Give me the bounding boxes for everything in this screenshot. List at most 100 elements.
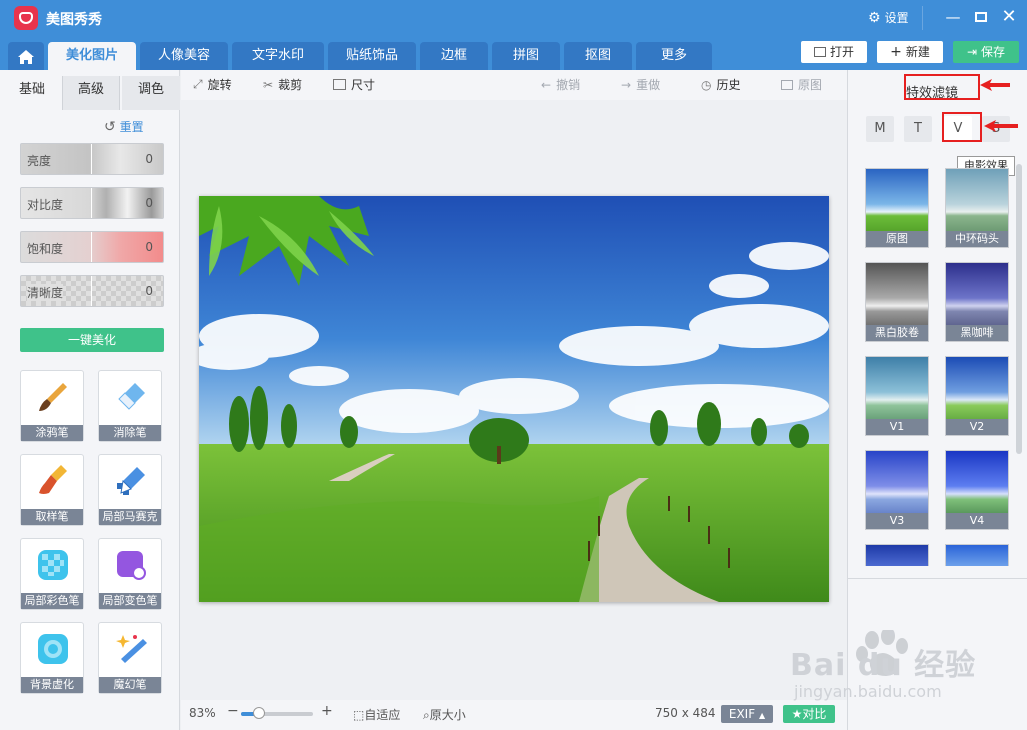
gear-icon: ⚙: [868, 9, 881, 26]
reset-button[interactable]: ↺ 重置: [104, 118, 144, 135]
home-icon: [18, 50, 34, 64]
caret-up-icon: ▲: [758, 711, 766, 720]
tab-cutout[interactable]: 抠图: [564, 42, 632, 70]
app-title: 美图秀秀: [46, 12, 102, 28]
image-icon: [813, 47, 826, 57]
tab-text-watermark[interactable]: 文字水印: [232, 42, 324, 70]
red-arrow-icon: [984, 120, 1018, 132]
new-button[interactable]: + 新建: [877, 41, 943, 63]
magic-pen-tool[interactable]: 魔幻笔: [98, 622, 162, 694]
filter-original[interactable]: 原图: [865, 168, 929, 248]
magnifier-icon: ⌕: [423, 708, 430, 722]
title-highlight-box: [904, 74, 980, 100]
maximize-button[interactable]: [970, 6, 992, 28]
rotate-button[interactable]: ⤢ 旋转: [193, 76, 232, 93]
filter-row-partial-1[interactable]: [865, 544, 929, 566]
plus-icon: +: [321, 703, 333, 719]
edit-toolbar: ⤢ 旋转 ✂ 裁剪 尺寸 ← 撤销 → 重做 ◷ 历史 原图: [181, 70, 847, 100]
minimize-icon: —: [945, 8, 961, 26]
brightness-slider[interactable]: 亮度 0: [20, 143, 164, 175]
color-change-icon: [117, 551, 146, 580]
home-tab[interactable]: [8, 42, 44, 70]
reset-icon: ↺: [104, 119, 116, 135]
image-dimensions: 750 x 484: [655, 706, 716, 720]
undo-button[interactable]: ← 撤销: [541, 76, 580, 93]
subtab-color[interactable]: 调色: [122, 76, 180, 110]
tab-stickers[interactable]: 贴纸饰品: [328, 42, 416, 70]
eraser-pen-tool[interactable]: 消除笔: [98, 370, 162, 442]
tab-collage[interactable]: 拼图: [492, 42, 560, 70]
contrast-slider[interactable]: 对比度 0: [20, 187, 164, 219]
zoom-level: 83%: [189, 706, 216, 720]
tab-portrait[interactable]: 人像美容: [140, 42, 228, 70]
subtab-advanced[interactable]: 高级: [62, 76, 120, 110]
magic-wand-icon: [116, 635, 147, 663]
history-button[interactable]: ◷ 历史: [701, 76, 741, 93]
resize-button[interactable]: 尺寸: [333, 76, 375, 93]
minus-icon: −: [227, 703, 239, 719]
zoom-in-button[interactable]: +: [321, 703, 333, 719]
filter-tab-m[interactable]: M: [866, 116, 894, 142]
star-icon: ★: [791, 707, 803, 721]
filter-row-partial-2[interactable]: [945, 544, 1009, 566]
effects-panel: 特效滤镜 M T V S 电影效果 原图 中环码头 黑白胶卷 黑咖啡 V1 V2…: [847, 70, 1027, 730]
save-button[interactable]: ⇥ 保存: [953, 41, 1019, 63]
undo-arrow-icon: ←: [541, 77, 552, 92]
status-bar: 83% − + ⬚自适应 ⌕原大小 750 x 484 EXIF ▲ ★对比: [181, 700, 847, 730]
redo-arrow-icon: →: [621, 77, 632, 92]
rotate-icon: ⤢: [193, 77, 203, 91]
red-arrow-icon: [980, 79, 1010, 91]
tab-beautify[interactable]: 美化图片: [48, 42, 136, 70]
plus-icon: +: [890, 44, 902, 60]
fit-icon: ⬚: [353, 708, 365, 722]
close-icon: ✕: [1001, 6, 1017, 27]
zoom-slider[interactable]: [241, 707, 313, 719]
local-color-pen-tool[interactable]: 局部彩色笔: [20, 538, 84, 610]
tab-more[interactable]: 更多: [636, 42, 712, 70]
filter-v2[interactable]: V2: [945, 356, 1009, 436]
mosaic-pen-icon: [117, 467, 145, 495]
v-tab-highlight-box: [942, 112, 982, 142]
subtab-basic[interactable]: 基础: [6, 76, 58, 108]
compare-button[interactable]: ★对比: [783, 705, 835, 723]
sampler-pen-tool[interactable]: 取样笔: [20, 454, 84, 526]
title-bar: 美图秀秀 ⚙ 设置 — ✕: [0, 0, 1027, 36]
picture-icon: [781, 79, 793, 90]
open-button[interactable]: 打开: [801, 41, 867, 63]
filter-v3[interactable]: V3: [865, 450, 929, 530]
resize-icon: [333, 79, 346, 90]
minimize-button[interactable]: —: [942, 6, 964, 28]
crop-button[interactable]: ✂ 裁剪: [263, 76, 302, 93]
meitu-app-window: 美图秀秀 ⚙ 设置 — ✕ 美化图片 人像美容 文字水印 贴纸饰品 边框 拼图 …: [0, 0, 1027, 730]
photo-preview[interactable]: [199, 196, 829, 602]
export-icon: ⇥: [966, 45, 978, 59]
filter-bw-film[interactable]: 黑白胶卷: [865, 262, 929, 342]
paint-brush-icon: [39, 465, 67, 494]
saturation-slider[interactable]: 饱和度 0: [20, 231, 164, 263]
left-adjust-panel: 基础 高级 调色 ↺ 重置 亮度 0 对比度 0 饱和度 0 清晰度 0 一键美…: [0, 70, 180, 730]
close-button[interactable]: ✕: [998, 6, 1020, 28]
doodle-pen-tool[interactable]: 涂鸦笔: [20, 370, 84, 442]
settings-button[interactable]: ⚙ 设置: [868, 9, 909, 26]
actual-size-button[interactable]: ⌕原大小: [423, 706, 466, 723]
filter-central-pier[interactable]: 中环码头: [945, 168, 1009, 248]
local-mosaic-tool[interactable]: 局部马赛克: [98, 454, 162, 526]
local-recolor-pen-tool[interactable]: 局部变色笔: [98, 538, 162, 610]
original-button[interactable]: 原图: [781, 76, 822, 93]
background-blur-tool[interactable]: 背景虚化: [20, 622, 84, 694]
tab-border[interactable]: 边框: [420, 42, 488, 70]
sharpness-slider[interactable]: 清晰度 0: [20, 275, 164, 307]
fit-button[interactable]: ⬚自适应: [353, 706, 400, 723]
auto-beautify-button[interactable]: 一键美化: [20, 328, 164, 352]
image-canvas[interactable]: [181, 100, 847, 700]
filter-black-coffee[interactable]: 黑咖啡: [945, 262, 1009, 342]
zoom-out-button[interactable]: −: [227, 703, 239, 719]
redo-button[interactable]: → 重做: [621, 76, 660, 93]
effects-scrollbar[interactable]: [1016, 164, 1022, 454]
filter-tab-t[interactable]: T: [904, 116, 932, 142]
exif-button[interactable]: EXIF ▲: [721, 705, 773, 723]
landscape-photo: [199, 196, 829, 602]
filter-v1[interactable]: V1: [865, 356, 929, 436]
zoom-slider-handle[interactable]: [253, 707, 265, 719]
filter-v4[interactable]: V4: [945, 450, 1009, 530]
